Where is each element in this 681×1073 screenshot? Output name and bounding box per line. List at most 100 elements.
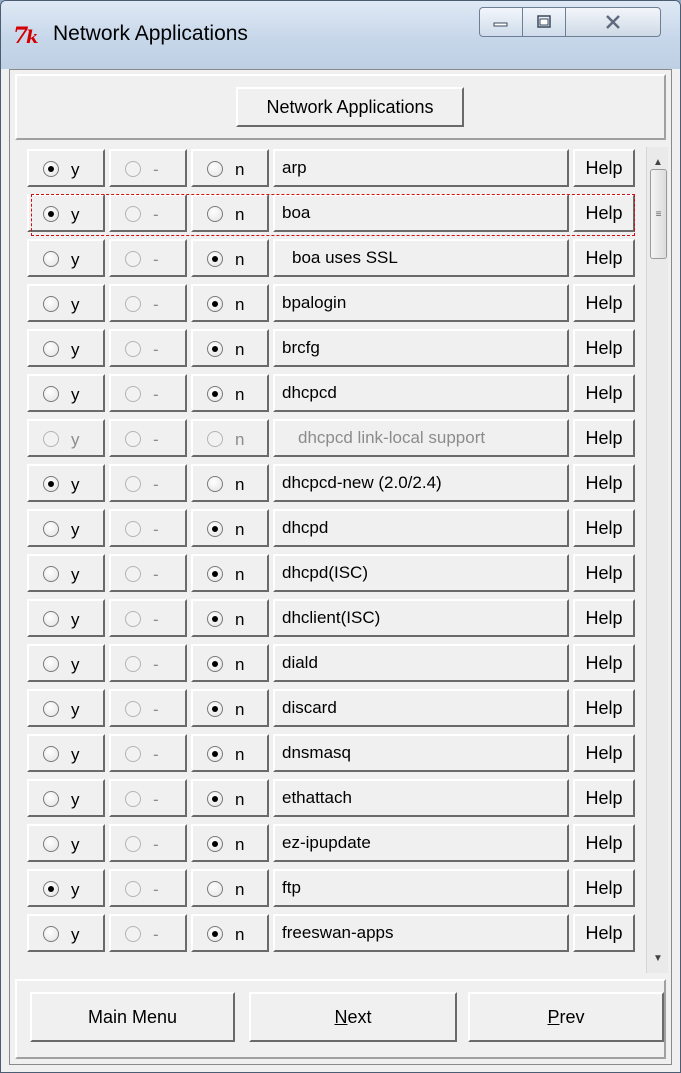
radio-module-button xyxy=(125,476,141,492)
help-button[interactable]: Help xyxy=(573,329,635,367)
radio-n-button[interactable] xyxy=(207,386,223,402)
radio-n-button[interactable] xyxy=(207,836,223,852)
maximize-button[interactable] xyxy=(522,7,566,37)
help-button[interactable]: Help xyxy=(573,419,635,457)
radio-y-button[interactable] xyxy=(43,836,59,852)
radio-y-cell[interactable]: y xyxy=(27,464,105,502)
radio-y-cell[interactable]: y xyxy=(27,329,105,367)
vertical-scrollbar[interactable]: ▲ ≡ ▼ xyxy=(646,147,668,973)
radio-n-button[interactable] xyxy=(207,881,223,897)
next-button[interactable]: Next xyxy=(249,992,457,1042)
radio-n-button[interactable] xyxy=(207,206,223,222)
radio-n-button[interactable] xyxy=(207,656,223,672)
help-button[interactable]: Help xyxy=(573,374,635,412)
help-button[interactable]: Help xyxy=(573,914,635,952)
radio-y-button[interactable] xyxy=(43,791,59,807)
help-button[interactable]: Help xyxy=(573,464,635,502)
help-button[interactable]: Help xyxy=(573,149,635,187)
radio-n-cell[interactable]: n xyxy=(191,779,269,817)
radio-n-cell[interactable]: n xyxy=(191,914,269,952)
main-menu-button[interactable]: Main Menu xyxy=(30,992,235,1042)
help-button[interactable]: Help xyxy=(573,779,635,817)
radio-n-cell[interactable]: n xyxy=(191,374,269,412)
help-button[interactable]: Help xyxy=(573,239,635,277)
radio-n-button[interactable] xyxy=(207,791,223,807)
radio-n-button[interactable] xyxy=(207,566,223,582)
radio-y-cell[interactable]: y xyxy=(27,194,105,232)
radio-y-button[interactable] xyxy=(43,476,59,492)
radio-y-button[interactable] xyxy=(43,296,59,312)
radio-y-cell[interactable]: y xyxy=(27,824,105,862)
radio-y-cell[interactable]: y xyxy=(27,554,105,592)
radio-y-button[interactable] xyxy=(43,521,59,537)
radio-n-cell[interactable]: n xyxy=(191,689,269,727)
help-button[interactable]: Help xyxy=(573,599,635,637)
radio-n-cell[interactable]: n xyxy=(191,284,269,322)
radio-y-button[interactable] xyxy=(43,656,59,672)
radio-y-cell[interactable]: y xyxy=(27,644,105,682)
radio-n-cell[interactable]: n xyxy=(191,644,269,682)
radio-n-cell[interactable]: n xyxy=(191,149,269,187)
radio-n-cell[interactable]: n xyxy=(191,734,269,772)
minimize-button[interactable] xyxy=(479,7,523,37)
help-button[interactable]: Help xyxy=(573,284,635,322)
radio-n-button[interactable] xyxy=(207,251,223,267)
radio-n-button[interactable] xyxy=(207,701,223,717)
help-button[interactable]: Help xyxy=(573,824,635,862)
radio-n-button[interactable] xyxy=(207,926,223,942)
close-button[interactable] xyxy=(565,7,661,37)
help-button[interactable]: Help xyxy=(573,734,635,772)
radio-y-button[interactable] xyxy=(43,746,59,762)
radio-y-cell[interactable]: y xyxy=(27,509,105,547)
radio-n-cell[interactable]: n xyxy=(191,329,269,367)
radio-y-cell[interactable]: y xyxy=(27,734,105,772)
radio-n-cell[interactable]: n xyxy=(191,554,269,592)
radio-y-cell[interactable]: y xyxy=(27,599,105,637)
radio-y-cell[interactable]: y xyxy=(27,239,105,277)
network-applications-button[interactable]: Network Applications xyxy=(236,87,464,127)
radio-y-cell[interactable]: y xyxy=(27,914,105,952)
radio-y-button[interactable] xyxy=(43,386,59,402)
radio-n-button[interactable] xyxy=(207,746,223,762)
radio-n-label: n xyxy=(235,880,245,899)
title-bar[interactable]: 7 k Network Applications xyxy=(1,1,680,69)
radio-y-button[interactable] xyxy=(43,611,59,627)
radio-y-button[interactable] xyxy=(43,161,59,177)
scroll-thumb[interactable]: ≡ xyxy=(650,169,667,259)
help-button[interactable]: Help xyxy=(573,194,635,232)
help-button[interactable]: Help xyxy=(573,869,635,907)
radio-y-button[interactable] xyxy=(43,341,59,357)
radio-n-cell[interactable]: n xyxy=(191,869,269,907)
radio-n-cell[interactable]: n xyxy=(191,239,269,277)
radio-n-button[interactable] xyxy=(207,611,223,627)
radio-y-label: y xyxy=(71,160,80,179)
radio-y-button[interactable] xyxy=(43,566,59,582)
radio-n-button[interactable] xyxy=(207,161,223,177)
scroll-down-icon[interactable]: ▼ xyxy=(647,947,669,969)
radio-n-cell[interactable]: n xyxy=(191,464,269,502)
radio-n-cell[interactable]: n xyxy=(191,509,269,547)
radio-y-button[interactable] xyxy=(43,881,59,897)
radio-y-cell[interactable]: y xyxy=(27,149,105,187)
radio-n-cell[interactable]: n xyxy=(191,599,269,637)
radio-y-cell[interactable]: y xyxy=(27,284,105,322)
radio-n-cell[interactable]: n xyxy=(191,824,269,862)
radio-y-cell[interactable]: y xyxy=(27,779,105,817)
prev-button[interactable]: Prev xyxy=(468,992,664,1042)
help-button[interactable]: Help xyxy=(573,689,635,727)
radio-y-cell[interactable]: y xyxy=(27,689,105,727)
help-button[interactable]: Help xyxy=(573,509,635,547)
radio-y-cell[interactable]: y xyxy=(27,869,105,907)
radio-y-button[interactable] xyxy=(43,251,59,267)
radio-n-button[interactable] xyxy=(207,341,223,357)
radio-n-cell[interactable]: n xyxy=(191,194,269,232)
radio-y-button[interactable] xyxy=(43,701,59,717)
radio-y-cell[interactable]: y xyxy=(27,374,105,412)
help-button[interactable]: Help xyxy=(573,644,635,682)
radio-n-button[interactable] xyxy=(207,476,223,492)
radio-y-button[interactable] xyxy=(43,206,59,222)
radio-y-button[interactable] xyxy=(43,926,59,942)
radio-n-button[interactable] xyxy=(207,521,223,537)
help-button[interactable]: Help xyxy=(573,554,635,592)
radio-n-button[interactable] xyxy=(207,296,223,312)
